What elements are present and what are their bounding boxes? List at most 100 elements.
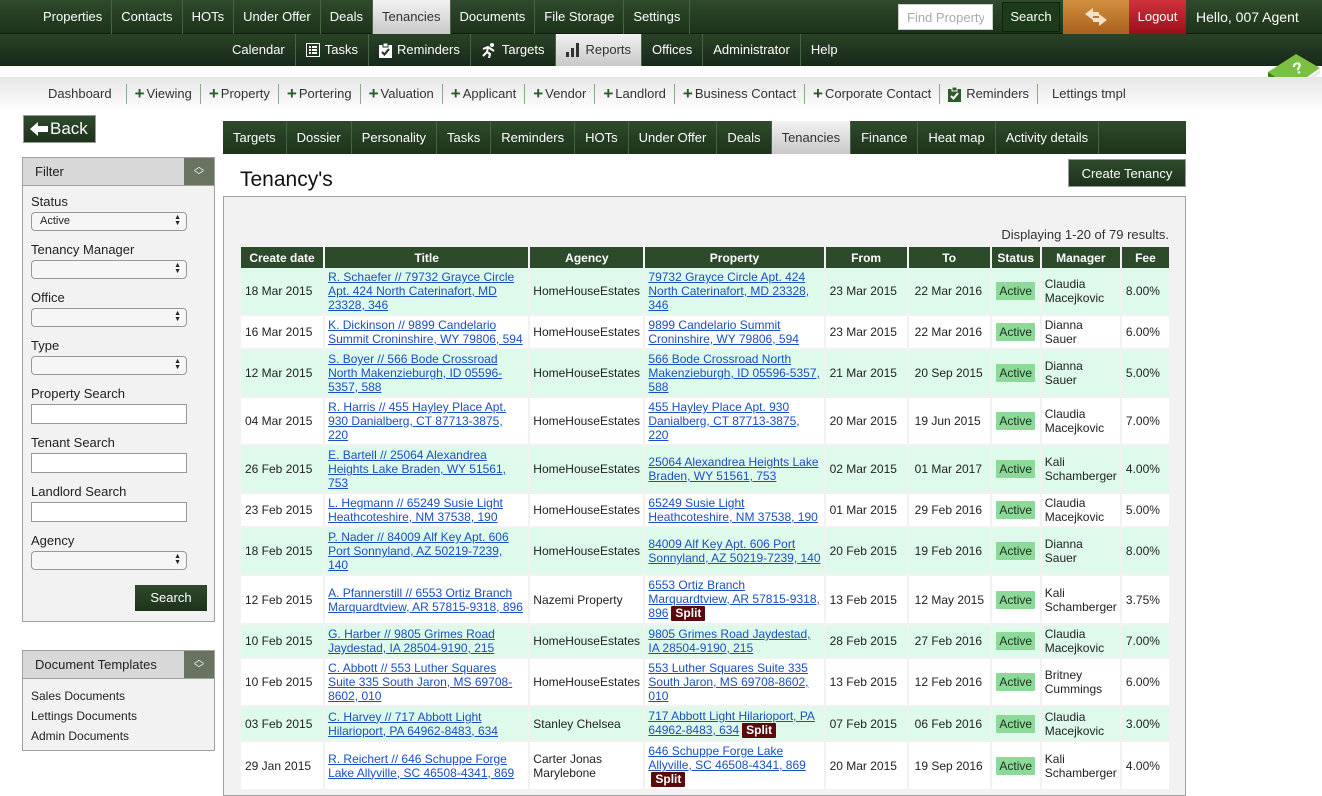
property-link[interactable]: 646 Schuppe Forge Lake Allyville, SC 465… xyxy=(648,744,805,772)
table-row[interactable]: 18 Feb 2015 P. Nader // 84009 Alf Key Apt… xyxy=(241,527,1169,576)
tab-under-offer[interactable]: Under Offer xyxy=(629,121,718,154)
tab-heat-map[interactable]: Heat map xyxy=(918,121,996,154)
quick-corporate-contact[interactable]: + Corporate Contact xyxy=(805,84,941,104)
sub-nav-administrator[interactable]: Administrator xyxy=(703,34,801,66)
property-link[interactable]: 79732 Grayce Circle Apt. 424 North Cater… xyxy=(648,270,809,312)
table-row[interactable]: 29 Jan 2015 R. Reichert // 646 Schuppe Fo… xyxy=(241,741,1169,791)
find-property-input[interactable] xyxy=(898,4,993,30)
switch-view-button[interactable] xyxy=(1063,0,1129,34)
sub-nav-offices[interactable]: Offices xyxy=(642,34,704,66)
top-nav-properties[interactable]: Properties xyxy=(34,0,113,34)
tab-hots[interactable]: HOTs xyxy=(575,121,629,154)
title-link[interactable]: R. Harris // 455 Hayley Place Apt. 930 D… xyxy=(328,400,506,442)
table-row[interactable]: 26 Feb 2015 E. Bartell // 25064 Alexandre… xyxy=(241,445,1169,494)
column-header-agency[interactable]: Agency xyxy=(529,247,646,268)
tab-dossier[interactable]: Dossier xyxy=(287,121,352,154)
quick-lettings-tmpl[interactable]: Lettings tmpl xyxy=(1038,84,1140,104)
office-select[interactable]: ▲ ▼ xyxy=(31,308,187,327)
landlord-search-input[interactable] xyxy=(31,502,187,522)
sub-nav-reminders[interactable]: Reminders xyxy=(369,34,471,66)
status-select[interactable]: Active ▲ ▼ xyxy=(31,212,187,231)
table-row[interactable]: 18 Mar 2015 R. Schaefer // 79732 Grayce C… xyxy=(241,268,1169,316)
collapse-toggle-icon[interactable]: ︿ ﹀ xyxy=(184,158,214,185)
logout-button[interactable]: Logout xyxy=(1129,0,1186,34)
top-nav-tenancies[interactable]: Tenancies xyxy=(373,0,451,34)
table-row[interactable]: 12 Mar 2015 S. Boyer // 566 Bode Crossroa… xyxy=(241,349,1169,398)
filter-search-button[interactable]: Search xyxy=(135,585,207,611)
quick-valuation[interactable]: + Valuation xyxy=(361,84,443,104)
tab-personality[interactable]: Personality xyxy=(352,121,438,154)
top-nav-file-storage[interactable]: File Storage xyxy=(535,0,625,34)
title-link[interactable]: A. Pfannerstill // 6553 Ortiz Branch Mar… xyxy=(328,586,523,614)
quick-viewing[interactable]: + Viewing xyxy=(127,84,201,104)
top-nav-documents[interactable]: Documents xyxy=(451,0,536,34)
column-header-property[interactable]: Property xyxy=(644,247,826,268)
tab-targets[interactable]: Targets xyxy=(223,121,287,154)
document-link-sales[interactable]: Sales Documents xyxy=(31,686,206,706)
agency-select[interactable]: ▲ ▼ xyxy=(31,551,187,570)
title-link[interactable]: C. Harvey // 717 Abbott Light Hilariopor… xyxy=(328,710,498,738)
property-link[interactable]: 717 Abbott Light Hilarioport, PA 64962-8… xyxy=(648,709,815,737)
tab-finance[interactable]: Finance xyxy=(851,121,919,154)
tab-activity-details[interactable]: Activity details xyxy=(996,121,1100,154)
column-header-status[interactable]: Status xyxy=(990,247,1042,268)
property-link[interactable]: 9805 Grimes Road Jaydestad, IA 28504-919… xyxy=(648,627,810,655)
title-link[interactable]: G. Harber // 9805 Grimes Road Jaydestad,… xyxy=(328,627,495,655)
tenant-search-input[interactable] xyxy=(31,453,187,473)
top-nav-under-offer[interactable]: Under Offer xyxy=(234,0,321,34)
top-nav-deals[interactable]: Deals xyxy=(321,0,373,34)
find-property-search-button[interactable]: Search xyxy=(1002,2,1060,32)
quick-portering[interactable]: + Portering xyxy=(279,84,361,104)
property-search-input[interactable] xyxy=(31,404,187,424)
title-link[interactable]: L. Hegmann // 65249 Susie Light Heathcot… xyxy=(328,496,503,524)
tab-deals[interactable]: Deals xyxy=(717,121,772,154)
title-link[interactable]: C. Abbott // 553 Luther Squares Suite 33… xyxy=(328,661,512,703)
title-link[interactable]: R. Reichert // 646 Schuppe Forge Lake Al… xyxy=(328,752,514,780)
tab-reminders[interactable]: Reminders xyxy=(491,121,576,154)
quick-vendor[interactable]: + Vendor xyxy=(525,84,596,104)
title-link[interactable]: R. Schaefer // 79732 Grayce Circle Apt. … xyxy=(328,270,514,312)
tenancy-manager-select[interactable]: ▲ ▼ xyxy=(31,260,187,279)
create-tenancy-button[interactable]: Create Tenancy xyxy=(1068,159,1186,187)
table-row[interactable]: 03 Feb 2015 C. Harvey // 717 Abbott Light… xyxy=(241,706,1169,742)
column-header-from[interactable]: From xyxy=(824,247,909,268)
tab-tenancies[interactable]: Tenancies xyxy=(771,121,852,154)
collapse-toggle-icon[interactable]: ︿ ﹀ xyxy=(184,651,214,678)
property-link[interactable]: 25064 Alexandrea Heights Lake Braden, WY… xyxy=(648,455,818,483)
title-link[interactable]: K. Dickinson // 9899 Candelario Summit C… xyxy=(328,318,523,346)
column-header-to[interactable]: To xyxy=(907,247,992,268)
tab-tasks[interactable]: Tasks xyxy=(437,121,492,154)
quick-business-contact[interactable]: + Business Contact xyxy=(675,84,806,104)
sub-nav-tasks[interactable]: Tasks xyxy=(296,34,369,66)
top-nav-contacts[interactable]: Contacts xyxy=(112,0,183,34)
column-header-manager[interactable]: Manager xyxy=(1040,247,1122,268)
table-row[interactable]: 10 Feb 2015 G. Harber // 9805 Grimes Road… xyxy=(241,624,1169,659)
column-header-title[interactable]: Title xyxy=(324,247,531,268)
quick-reminders[interactable]: Reminders xyxy=(940,84,1039,104)
title-link[interactable]: E. Bartell // 25064 Alexandrea Heights L… xyxy=(328,448,506,490)
property-link[interactable]: 566 Bode Crossroad North Makenzieburgh, … xyxy=(648,352,819,394)
sub-nav-calendar[interactable]: Calendar xyxy=(222,34,296,66)
sub-nav-help[interactable]: Help xyxy=(801,34,848,66)
top-nav-hots[interactable]: HOTs xyxy=(183,0,235,34)
property-link[interactable]: 553 Luther Squares Suite 335 South Jaron… xyxy=(648,661,808,703)
back-button[interactable]: Back xyxy=(23,115,96,143)
document-link-lettings[interactable]: Lettings Documents xyxy=(31,706,206,726)
table-row[interactable]: 12 Feb 2015 A. Pfannerstill // 6553 Ortiz… xyxy=(241,575,1169,625)
quick-dashboard[interactable]: Dashboard xyxy=(34,84,127,104)
type-select[interactable]: ▲ ▼ xyxy=(31,356,187,375)
quick-property[interactable]: + Property xyxy=(201,84,279,104)
column-header-fee[interactable]: Fee xyxy=(1120,247,1169,268)
property-link[interactable]: 9899 Candelario Summit Croninshire, WY 7… xyxy=(648,318,799,346)
table-row[interactable]: 23 Feb 2015 L. Hegmann // 65249 Susie Lig… xyxy=(241,493,1169,528)
title-link[interactable]: S. Boyer // 566 Bode Crossroad North Mak… xyxy=(328,352,502,394)
sub-nav-reports[interactable]: Reports xyxy=(555,34,643,66)
title-link[interactable]: P. Nader // 84009 Alf Key Apt. 606 Port … xyxy=(328,530,509,572)
top-nav-settings[interactable]: Settings xyxy=(624,0,691,34)
table-row[interactable]: 16 Mar 2015 K. Dickinson // 9899 Candelar… xyxy=(241,315,1169,350)
sub-nav-targets[interactable]: Targets xyxy=(471,34,556,66)
table-row[interactable]: 10 Feb 2015 C. Abbott // 553 Luther Squar… xyxy=(241,658,1169,707)
document-link-admin[interactable]: Admin Documents xyxy=(31,726,206,746)
property-link[interactable]: 65249 Susie Light Heathcoteshire, NM 375… xyxy=(648,496,817,524)
property-link[interactable]: 455 Hayley Place Apt. 930 Danialberg, CT… xyxy=(648,400,799,442)
